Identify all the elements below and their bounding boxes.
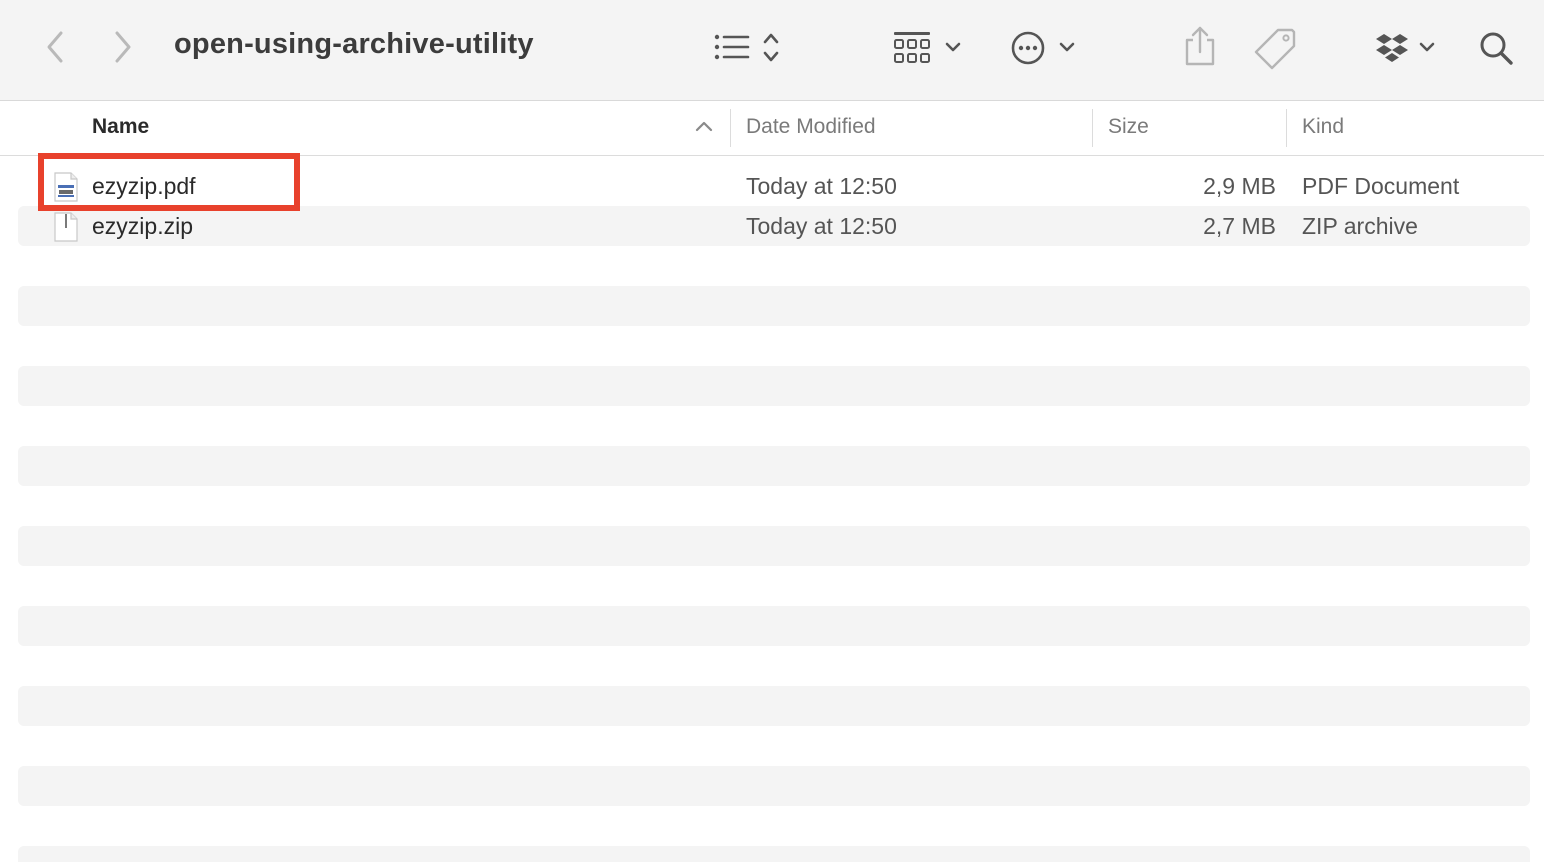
file-date-modified: Today at 12:50 xyxy=(746,206,897,246)
empty-row xyxy=(18,686,1530,726)
file-name: ezyzip.zip xyxy=(92,206,193,246)
file-size: 2,9 MB xyxy=(1203,166,1276,206)
zip-file-icon xyxy=(54,212,78,242)
file-kind: PDF Document xyxy=(1302,166,1459,206)
toolbar: open-using-archive-utility xyxy=(0,0,1544,101)
empty-row xyxy=(18,606,1530,646)
share-button[interactable] xyxy=(1180,24,1220,70)
forward-button[interactable] xyxy=(106,28,140,66)
column-header-size[interactable]: Size xyxy=(1108,101,1149,155)
chevron-right-icon xyxy=(112,30,134,64)
action-menu-button[interactable] xyxy=(1008,27,1080,69)
sort-ascending-icon[interactable] xyxy=(695,119,713,133)
tags-button[interactable] xyxy=(1254,26,1298,70)
column-header-date-modified[interactable]: Date Modified xyxy=(746,101,876,155)
pdf-file-icon xyxy=(54,172,78,202)
empty-row xyxy=(18,846,1530,862)
folder-title: open-using-archive-utility xyxy=(174,28,534,61)
file-size: 2,7 MB xyxy=(1203,206,1276,246)
back-button[interactable] xyxy=(38,28,72,66)
list-view-icon xyxy=(710,28,786,68)
file-name: ezyzip.pdf xyxy=(92,166,196,206)
column-divider[interactable] xyxy=(1092,109,1093,147)
empty-row xyxy=(18,286,1530,326)
empty-row xyxy=(18,366,1530,406)
search-button[interactable] xyxy=(1476,28,1516,68)
column-header-kind[interactable]: Kind xyxy=(1302,101,1344,155)
empty-row xyxy=(18,766,1530,806)
empty-row xyxy=(18,446,1530,486)
chevron-left-icon xyxy=(44,30,66,64)
column-header-name[interactable]: Name xyxy=(92,101,149,155)
file-kind: ZIP archive xyxy=(1302,206,1418,246)
dropbox-button[interactable] xyxy=(1372,28,1440,68)
group-grid-icon xyxy=(890,28,966,68)
group-by-button[interactable] xyxy=(890,28,966,68)
column-header-row: Name Date Modified Size Kind xyxy=(0,101,1544,156)
column-divider[interactable] xyxy=(1286,109,1287,147)
column-divider[interactable] xyxy=(730,109,731,147)
empty-row xyxy=(18,526,1530,566)
tag-icon xyxy=(1254,26,1298,70)
view-options-button[interactable] xyxy=(710,28,786,68)
file-row-pdf[interactable]: ezyzip.pdf Today at 12:50 2,9 MB PDF Doc… xyxy=(18,166,1530,206)
file-row-zip[interactable]: ezyzip.zip Today at 12:50 2,7 MB ZIP arc… xyxy=(18,206,1530,246)
share-icon xyxy=(1180,24,1220,70)
search-icon xyxy=(1476,28,1516,68)
dropbox-icon xyxy=(1372,28,1440,68)
more-actions-icon xyxy=(1008,27,1080,69)
file-date-modified: Today at 12:50 xyxy=(746,166,897,206)
